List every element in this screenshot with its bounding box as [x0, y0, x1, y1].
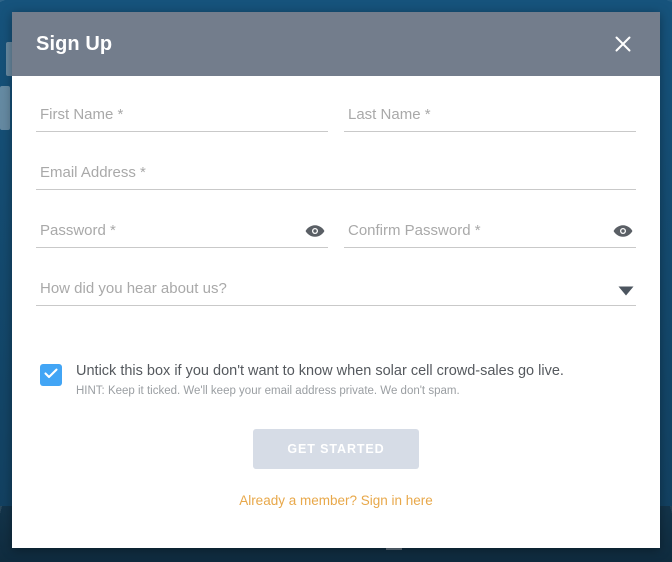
last-name-input[interactable]	[344, 100, 636, 132]
confirm-password-field	[344, 216, 636, 248]
newsletter-texts: Untick this box if you don't want to kno…	[76, 362, 564, 399]
close-icon	[614, 35, 632, 53]
email-field[interactable]	[36, 158, 636, 190]
get-started-button[interactable]: GET STARTED	[253, 428, 419, 469]
email-address-field	[36, 158, 636, 190]
password-field	[36, 216, 328, 248]
eye-icon[interactable]	[304, 220, 326, 242]
referral-field-row: How did you hear about us?	[36, 274, 636, 328]
first-name-input[interactable]	[36, 100, 328, 132]
newsletter-label: Untick this box if you don't want to kno…	[76, 363, 564, 379]
newsletter-optin: Untick this box if you don't want to kno…	[36, 362, 636, 399]
first-name-field	[36, 100, 328, 132]
name-field-row	[36, 100, 636, 158]
backdrop-decoration	[0, 86, 10, 130]
modal-actions: GET STARTED Already a member? Sign in he…	[36, 428, 636, 508]
last-name-field	[344, 100, 636, 132]
close-button[interactable]	[608, 29, 638, 59]
page-title: Sign Up	[36, 32, 113, 55]
newsletter-hint: HINT: Keep it ticked. We'll keep your em…	[76, 385, 460, 398]
referral-field: How did you hear about us?	[36, 274, 636, 306]
password-field-row	[36, 216, 636, 274]
signin-link[interactable]: Already a member? Sign in here	[36, 493, 636, 508]
newsletter-checkbox[interactable]	[40, 364, 62, 386]
confirm-password-input[interactable]	[344, 216, 636, 248]
check-icon	[44, 366, 58, 384]
referral-select[interactable]: How did you hear about us?	[36, 274, 636, 306]
password-input[interactable]	[36, 216, 328, 248]
modal-body: How did you hear about us? Untick this	[12, 76, 660, 548]
eye-icon[interactable]	[612, 220, 634, 242]
email-field-row	[36, 158, 636, 216]
modal-header: Sign Up	[12, 12, 660, 76]
signup-modal: Sign Up First Name * Last Name * Email A…	[12, 12, 660, 548]
